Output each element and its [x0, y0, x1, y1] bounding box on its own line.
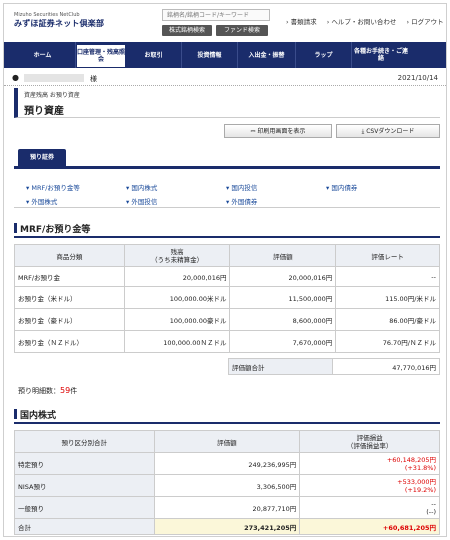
- user-name-redacted: [24, 74, 84, 82]
- mrf-section-title: MRF/お預り金等: [14, 222, 440, 238]
- table-cell: 特定預り: [14, 452, 155, 475]
- print-button[interactable]: ⎓ 印刷用画面を表示: [224, 124, 332, 138]
- user-icon: ●: [12, 73, 19, 82]
- table-cell: 20,000,016円: [123, 266, 231, 287]
- table-cell: 100,000.00米ドル: [123, 286, 231, 309]
- tab-securities[interactable]: 預り証券: [18, 149, 66, 167]
- link-domestic-fund[interactable]: ▾ 国内投信: [226, 182, 257, 192]
- nav-transfer[interactable]: 入出金・振替: [238, 42, 296, 68]
- link-foreign-stock[interactable]: ▾ 外国株式: [26, 196, 57, 206]
- table-cell: お預り金（米ドル）: [14, 286, 125, 309]
- table-cell: 7,670,000円: [229, 330, 337, 353]
- stocks-table: 預り区分別合計 評価額 評価損益 （評価損益率） 特定預り 249,236,995…: [14, 430, 440, 535]
- nav-trade[interactable]: お取引: [126, 42, 182, 68]
- table-cell: 8,600,000円: [229, 308, 337, 331]
- table-cell: 100,000.00豪ドル: [123, 308, 231, 331]
- mrf-header: 評価レート: [335, 244, 440, 267]
- table-cell: 86.00円/豪ドル: [335, 308, 440, 331]
- stock-search-button[interactable]: 株式銘柄検索: [162, 25, 212, 36]
- table-cell: 100,000.00ＮＺドル: [123, 330, 231, 353]
- table-cell: -- (--): [299, 496, 440, 519]
- logout-link[interactable]: › ログアウト: [407, 18, 447, 26]
- table-cell: +60,148,205円 (+31.8%): [299, 452, 440, 475]
- tab-underline: [14, 166, 440, 169]
- header: Mizuho Securities NetClub みずほ証券ネット倶楽部 株式…: [4, 4, 446, 42]
- table-row: お預り金（米ドル） 100,000.00米ドル 11,500,000円 115.00円…: [14, 286, 440, 309]
- table-cell: MRF/お預り金: [14, 266, 125, 287]
- main-nav: ホーム 口座管理・残高照会 お取引 投資情報 入出金・振替 ラップ 各種お手続き…: [4, 42, 446, 68]
- table-cell: お預り金（ＮＺドル）: [14, 330, 125, 353]
- table-cell: 3,306,500円: [153, 474, 301, 497]
- brand-logo[interactable]: みずほ証券ネット倶楽部: [14, 18, 104, 29]
- nav-procedures[interactable]: 各種お手続き・ご連絡: [352, 42, 410, 68]
- table-row: お預り金（ＮＺドル） 100,000.00ＮＺドル 7,670,000円 76.70円…: [14, 330, 440, 353]
- nav-account[interactable]: 口座管理・残高照会: [76, 44, 126, 68]
- table-cell: 273,421,205円: [153, 518, 301, 535]
- table-cell: 20,877,710円: [153, 496, 301, 519]
- link-foreign-fund[interactable]: ▾ 外国投信: [126, 196, 157, 206]
- mrf-table: 商品分類 残高 （うち未精算金） 評価額 評価レート MRF/お預り金 20,00…: [14, 244, 440, 353]
- nav-wrap[interactable]: ラップ: [296, 42, 352, 68]
- table-cell: 76.70円/ＮＺドル: [335, 330, 440, 353]
- link-domestic-stock[interactable]: ▾ 国内株式: [126, 182, 157, 192]
- table-cell: お預り金（豪ドル）: [14, 308, 125, 331]
- table-row: お預り金（豪ドル） 100,000.00豪ドル 8,600,000円 86.00円/豪…: [14, 308, 440, 331]
- mrf-header: 残高 （うち未精算金）: [123, 244, 231, 267]
- table-cell: NISA預り: [14, 474, 155, 497]
- table-cell: 20,000,016円: [229, 266, 337, 287]
- table-cell: +533,000円 (+19.2%): [299, 474, 440, 497]
- nav-home[interactable]: ホーム: [10, 42, 76, 68]
- user-suffix: 様: [90, 75, 97, 83]
- table-cell: --: [335, 266, 440, 287]
- table-row: MRF/お預り金 20,000,016円 20,000,016円 --: [14, 266, 440, 287]
- stocks-total-row: 合計 273,421,205円 +60,681,205円: [14, 518, 440, 535]
- category-links: ▾ MRF/お預り金等 ▾ 国内株式 ▾ 国内投信 ▾ 国内債券 ▾ 外国株式 …: [14, 174, 440, 208]
- stocks-header: 預り区分別合計: [14, 430, 155, 453]
- breadcrumb: 資産残高 お預り資産: [24, 92, 80, 99]
- mrf-total-label: 評価額合計: [228, 358, 333, 375]
- stocks-header: 評価額: [153, 430, 301, 453]
- stocks-header: 評価損益 （評価損益率）: [299, 430, 440, 453]
- current-date: 2021/10/14: [397, 74, 438, 82]
- table-cell: 一般預り: [14, 496, 155, 519]
- app-frame: Mizuho Securities NetClub みずほ証券ネット倶楽部 株式…: [3, 3, 447, 537]
- link-mrf[interactable]: ▾ MRF/お預り金等: [26, 182, 80, 192]
- table-row: 一般預り 20,877,710円 -- (--): [14, 496, 440, 519]
- mrf-total-value: 47,770,016円: [332, 358, 440, 375]
- help-link[interactable]: › ヘルプ・お問い合わせ: [327, 18, 401, 26]
- page-title-box: 資産残高 お預り資産 預り資産: [14, 88, 440, 118]
- link-foreign-bond[interactable]: ▾ 外国債券: [226, 196, 257, 206]
- detail-count: 預り明細数：59件: [18, 386, 78, 395]
- table-cell: 11,500,000円: [229, 286, 337, 309]
- csv-download-button[interactable]: ⤓ CSVダウンロード: [336, 124, 440, 138]
- link-domestic-bond[interactable]: ▾ 国内債券: [326, 182, 357, 192]
- table-cell: +60,681,205円: [299, 518, 440, 535]
- doc-request-link[interactable]: › 書類請求: [286, 18, 321, 26]
- table-cell: 合計: [14, 518, 155, 535]
- mrf-header: 評価額: [229, 244, 337, 267]
- search-input[interactable]: [162, 9, 270, 21]
- table-cell: 249,236,995円: [153, 452, 301, 475]
- mrf-header: 商品分類: [14, 244, 125, 267]
- page-title: 預り資産: [24, 106, 64, 117]
- table-row: NISA預り 3,306,500円 +533,000円 (+19.2%): [14, 474, 440, 497]
- table-cell: 115.00円/米ドル: [335, 286, 440, 309]
- stocks-section-title: 国内株式: [14, 408, 440, 424]
- top-links: › 書類請求 › ヘルプ・お問い合わせ › ログアウト: [286, 16, 447, 26]
- nav-info[interactable]: 投資情報: [182, 42, 238, 68]
- user-bar: ● 様 2021/10/14: [4, 70, 446, 86]
- mrf-total-table: 評価額合計 47,770,016円: [228, 358, 440, 375]
- table-row: 特定預り 249,236,995円 +60,148,205円 (+31.8%): [14, 452, 440, 475]
- fund-search-button[interactable]: ファンド検索: [216, 25, 268, 36]
